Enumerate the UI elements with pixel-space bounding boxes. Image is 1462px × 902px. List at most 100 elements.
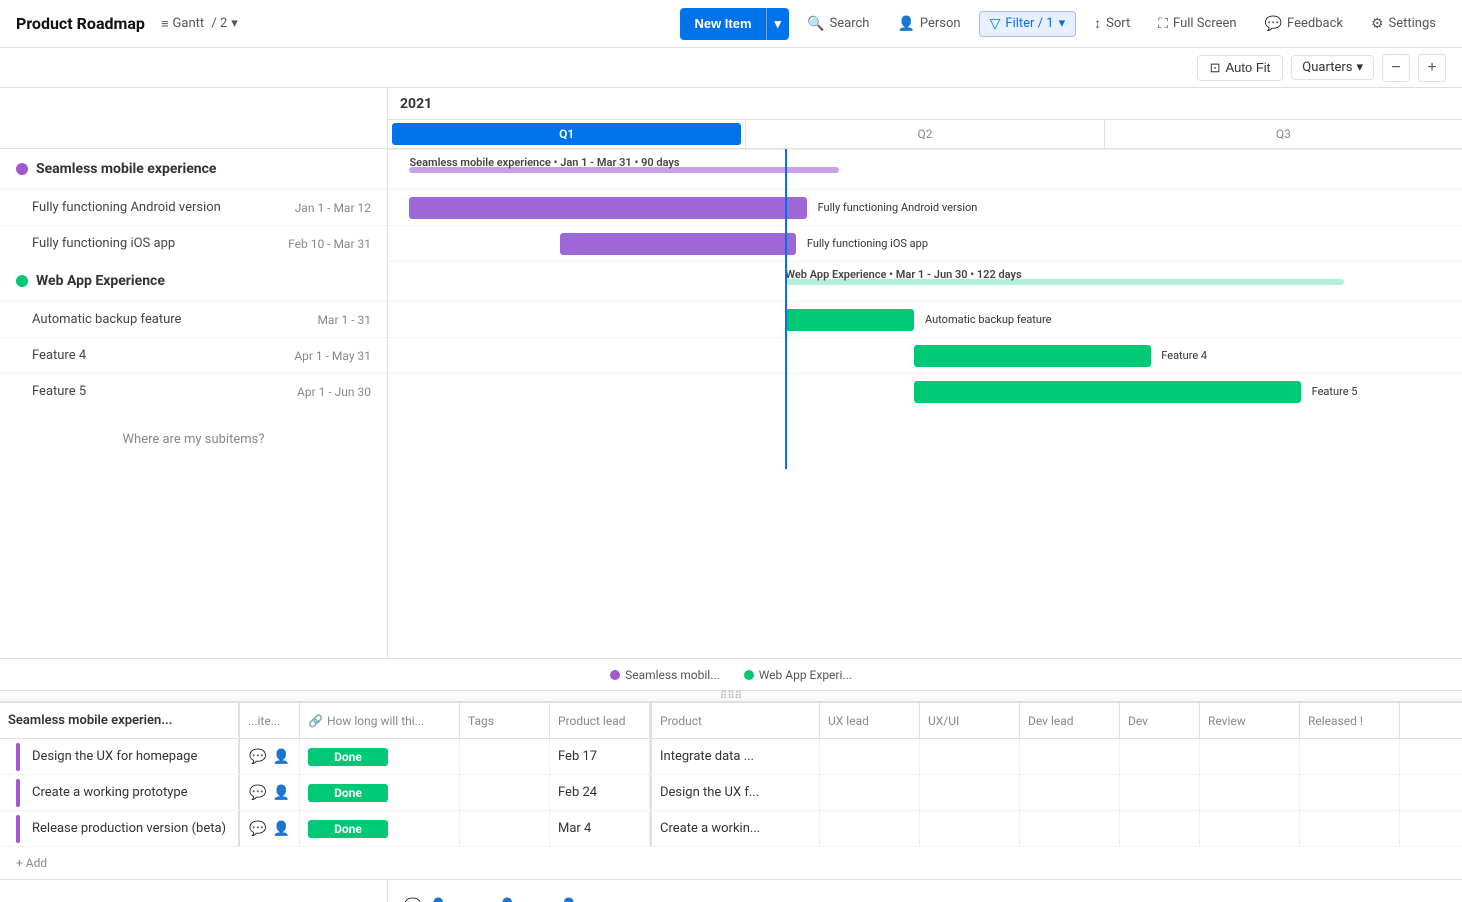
group-header-mobile[interactable]: Seamless mobile experience [0,149,387,189]
table-wrapper: Seamless mobile experien... ...ite... 🔗 … [0,703,1462,902]
cell-dev-lead [1020,775,1120,810]
group-bar-mobile-label: Seamless mobile experience • Jan 1 - Mar… [409,156,679,169]
gantt-group-row-mobile: Seamless mobile experience • Jan 1 - Mar… [388,149,1462,189]
bar-android [409,197,806,219]
col-header-released: Released ! [1300,703,1400,738]
col-header-dev: Dev [1120,703,1200,738]
task-row: Automatic backup feature Mar 1 - 31 [0,301,387,337]
cell-ux-lead [820,775,920,810]
filter-icon: ▽ [990,16,1001,32]
person-icon[interactable]: 👤 [273,821,290,837]
table-section: Seamless mobile experien... ...ite... 🔗 … [0,702,1462,902]
cell-status[interactable]: Done [300,739,460,774]
q1-active-bar: Q1 [392,123,741,145]
cell-status[interactable]: Done [300,775,460,810]
comment-icon[interactable]: 💬 [249,749,266,765]
new-item-button[interactable]: New Item ▾ [680,8,789,40]
person-icon[interactable]: 👤 [429,898,446,902]
subitems-hint: Where are my subitems? [0,409,387,469]
task-row: Fully functioning iOS app Feb 10 - Mar 3… [0,225,387,261]
col-header-dev-lead: Dev lead [1020,703,1120,738]
cell-ux-lead [820,811,920,846]
cell-ux-lead [820,739,920,774]
cell-subitems: 💬 👤 [240,775,300,810]
link-icon: 🔗 [308,714,323,728]
indent-bar [16,815,20,843]
new-item-dropdown[interactable]: ▾ [766,8,790,40]
group-header-web[interactable]: Web App Experience [0,261,387,301]
cell-released [1300,775,1400,810]
drag-handle[interactable]: ⠿⠿⠿ [0,690,1462,702]
add-row-button[interactable]: + Add [0,847,1462,879]
cell-status[interactable]: Done [300,811,460,846]
bar-feature4 [914,345,1150,367]
cell-product-lead: Feb 17 [550,739,650,774]
indent-bar [16,779,20,807]
comment-icon[interactable]: 💬 [249,785,266,801]
person-icon[interactable]: 👤 [273,749,290,765]
col-header-link: 🔗 How long will thi... [300,703,460,738]
cell-review [1200,739,1300,774]
person-icon[interactable]: 👤 [273,785,290,801]
sort-icon: ↕ [1094,15,1101,32]
person-icon-3[interactable]: 👤 [560,898,577,902]
filter-button[interactable]: ▽ Filter / 1 ▾ [979,11,1077,37]
settings-button[interactable]: ⚙ Settings [1361,12,1446,36]
col-header-review: Review [1200,703,1300,738]
cell-subitems: 💬 👤 [240,739,300,774]
cell-dev-lead [1020,811,1120,846]
sort-button[interactable]: ↕ Sort [1084,11,1140,36]
cell-ux-ui [920,811,1020,846]
cell-released [1300,739,1400,774]
fullscreen-button[interactable]: ⛶ Full Screen [1148,12,1246,36]
cell-tags [460,811,550,846]
col-header-product-lead: Product lead [550,703,650,738]
quarter-selector[interactable]: Quarters ▾ [1291,55,1374,80]
left-panel: Seamless mobile experience Fully functio… [0,88,388,658]
zoom-in-button[interactable]: + [1418,54,1446,82]
legend-dot-mobile [610,670,620,680]
search-icon: 🔍 [807,16,824,32]
quarter-q2: Q2 [746,120,1104,148]
cell-product: Integrate data ... [650,739,820,774]
view-label: Gantt [173,16,205,31]
bar-feature5 [914,381,1301,403]
group-dot-mobile [16,163,28,175]
cell-released [1300,811,1400,846]
cell-product-lead: Mar 4 [550,811,650,846]
settings-icon: ⚙ [1371,16,1384,32]
cell-dev-lead [1020,739,1120,774]
feedback-icon: 💬 [1265,16,1282,32]
cell-product: Design the UX f... [650,775,820,810]
zoom-out-button[interactable]: − [1382,54,1410,82]
cell-product-lead: Feb 24 [550,775,650,810]
feedback-button[interactable]: 💬 Feedback [1255,12,1353,36]
comment-icon[interactable]: 💬 [404,898,421,902]
group-bar-web-label: Web App Experience • Mar 1 - Jun 30 • 12… [785,268,1021,281]
view-selector[interactable]: ≡ Gantt / 2 ▾ [153,12,246,36]
status-badge: Done [308,748,388,766]
status-badge: Done [308,820,388,838]
search-button[interactable]: 🔍 Search [797,12,879,36]
cell-subitems: 💬 👤 [240,811,300,846]
comment-icon[interactable]: 💬 [249,821,266,837]
cell-dev [1120,739,1200,774]
cell-dev [1120,811,1200,846]
bar-feature5-label: Feature 5 [1312,385,1358,398]
fullscreen-icon: ⛶ [1158,16,1168,32]
cell-product: Create a workin... [650,811,820,846]
autofit-icon: ⊡ [1210,60,1221,76]
gantt-header: 2021 Q1 Q2 Q3 [388,88,1462,149]
col-header-subitems: ...ite... [240,703,300,738]
quarter-q3: Q3 [1105,120,1462,148]
navbar: Product Roadmap ≡ Gantt / 2 ▾ New Item ▾… [0,0,1462,48]
cell-tags [460,775,550,810]
person-button[interactable]: 👤 Person [887,12,970,36]
legend-dot-web [744,670,754,680]
bottom-partial: 💬 👤 👤 👤 [0,879,1462,902]
autofit-button[interactable]: ⊡ Auto Fit [1197,55,1284,81]
person-icon-2[interactable]: 👤 [499,898,516,902]
status-badge: Done [308,784,388,802]
bottom-partial-right: 💬 👤 👤 👤 [388,880,1462,902]
group-dot-web [16,275,28,287]
